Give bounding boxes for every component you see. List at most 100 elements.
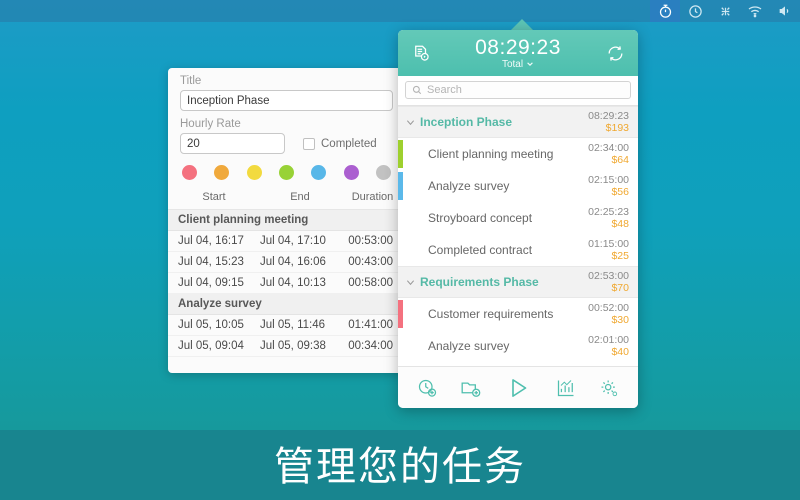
table-row[interactable]: Jul 04, 09:15 Jul 04, 10:13 00:58:00 [168, 273, 405, 294]
entry-duration: 00:34:00 [348, 340, 393, 352]
task-list[interactable]: Inception Phase 08:29:23 $193 Client planni… [398, 106, 638, 366]
task-row[interactable]: Completed contract 01:15:00 $25 [398, 234, 638, 266]
color-swatch-orange[interactable] [214, 165, 230, 180]
task-left: Inception Phase [398, 115, 512, 129]
task-right: 02:01:00 $40 [588, 334, 629, 358]
entry-start: Jul 05, 10:05 [178, 319, 244, 331]
task-row[interactable]: Stroyboard concept 02:25:23 $48 [398, 202, 638, 234]
menubar-stopwatch[interactable] [650, 0, 680, 22]
menubar [0, 0, 800, 22]
task-cost: $30 [611, 314, 629, 326]
total-label-row[interactable]: Total [475, 59, 561, 70]
task-group-row[interactable]: Requirements Phase 02:53:00 $70 [398, 266, 638, 298]
task-cost: $25 [611, 250, 629, 262]
task-row[interactable]: Analyze survey 02:15:00 $56 [398, 170, 638, 202]
reports-button[interactable] [556, 378, 576, 398]
completed-label: Completed [321, 137, 377, 150]
entry-duration: 00:43:00 [348, 256, 393, 268]
task-right: 02:34:00 $64 [588, 142, 629, 166]
color-swatch-red[interactable] [182, 165, 197, 180]
completed-checkbox[interactable] [303, 137, 315, 150]
menubar-volume[interactable] [770, 0, 800, 22]
column-duration: Duration [351, 191, 394, 203]
task-left: Completed contract [398, 243, 532, 257]
settings-button[interactable] [599, 378, 619, 398]
menubar-bluetooth[interactable] [710, 0, 740, 22]
entries-table-body: Client planning meeting Jul 04, 16:17 Jul … [168, 210, 405, 357]
hourly-rate-input[interactable]: 20 [180, 133, 285, 154]
menubar-clock[interactable] [680, 0, 710, 22]
color-swatch-row [168, 154, 405, 189]
task-left: Customer requirements [398, 307, 553, 321]
entries-group-header: Analyze survey [168, 294, 405, 315]
menubar-items [650, 0, 800, 22]
search-input[interactable]: Search [405, 81, 631, 99]
add-timer-button[interactable] [417, 378, 437, 398]
task-right: 02:25:23 $48 [588, 206, 629, 230]
add-folder-button[interactable] [460, 377, 481, 398]
task-right: 00:52:00 $30 [588, 302, 629, 326]
completed-checkbox-wrap[interactable]: Completed [303, 137, 377, 150]
menubar-wifi[interactable] [740, 0, 770, 22]
refresh-icon[interactable] [602, 40, 628, 66]
entry-duration: 00:58:00 [348, 277, 393, 289]
task-duration: 02:34:00 [588, 142, 629, 154]
task-left: Analyze survey [398, 339, 509, 353]
task-left: Stroyboard concept [398, 211, 532, 225]
task-title: Customer requirements [428, 307, 554, 321]
task-cost: $64 [611, 154, 629, 166]
task-color-tag [398, 300, 403, 328]
task-title: Completed contract [428, 243, 533, 257]
task-detail-panel: Title Inception Phase Hourly Rate 20 Com… [168, 68, 405, 373]
task-right: 02:15:00 $56 [588, 174, 629, 198]
task-left: Analyze survey [398, 179, 509, 193]
task-duration: 02:25:23 [588, 206, 629, 218]
report-play-icon[interactable] [408, 40, 434, 66]
color-swatch-yellow[interactable] [246, 165, 262, 180]
total-time-display: 08:29:23 [475, 35, 561, 59]
task-row[interactable]: Analyze survey 02:01:00 $40 [398, 330, 638, 362]
title-input[interactable]: Inception Phase [180, 90, 393, 111]
search-placeholder: Search [427, 84, 462, 96]
title-field-label: Title [180, 75, 202, 87]
total-label: Total [501, 58, 524, 70]
task-color-tag [398, 140, 403, 168]
task-row[interactable]: Client planning meeting 02:34:00 $64 [398, 138, 638, 170]
color-swatch-green[interactable] [278, 165, 294, 180]
entry-start: Jul 04, 09:15 [178, 277, 244, 289]
table-row[interactable]: Jul 05, 09:04 Jul 05, 09:38 00:34:00 [168, 336, 405, 357]
task-right: 08:29:23 $193 [588, 110, 629, 134]
color-swatch-gray[interactable] [375, 165, 391, 180]
entry-start: Jul 04, 16:17 [178, 235, 244, 247]
entries-group-header: Client planning meeting [168, 210, 405, 231]
entry-end: Jul 05, 09:38 [260, 340, 326, 352]
entry-end: Jul 04, 16:06 [260, 256, 326, 268]
task-duration: 02:01:00 [588, 334, 629, 346]
disclosure-triangle-icon[interactable] [406, 278, 415, 287]
task-title: Stroyboard concept [428, 211, 533, 225]
task-title: Analyze survey [428, 179, 510, 193]
entry-end: Jul 04, 10:13 [260, 277, 326, 289]
app-toolbar [398, 366, 638, 408]
task-cost: $56 [611, 186, 629, 198]
task-cost: $70 [611, 282, 629, 294]
entry-end: Jul 05, 11:46 [260, 319, 326, 331]
color-swatch-purple[interactable] [343, 165, 359, 180]
table-row[interactable]: Jul 04, 15:23 Jul 04, 16:06 00:43:00 [168, 252, 405, 273]
task-cost: $48 [611, 218, 629, 230]
task-title: Analyze survey [428, 339, 510, 353]
table-row[interactable]: Jul 04, 16:17 Jul 04, 17:10 00:53:00 [168, 231, 405, 252]
chevron-down-icon [527, 62, 533, 66]
task-duration: 02:15:00 [588, 174, 629, 186]
play-button[interactable] [503, 373, 533, 403]
task-group-row[interactable]: Inception Phase 08:29:23 $193 [398, 106, 638, 138]
color-swatch-blue[interactable] [311, 165, 327, 180]
table-row[interactable]: Jul 05, 10:05 Jul 05, 11:46 01:41:00 [168, 315, 405, 336]
task-cost: $40 [611, 346, 629, 358]
app-header: 08:29:23 Total [398, 30, 638, 76]
task-right: 01:15:00 $25 [588, 238, 629, 262]
task-row[interactable]: Customer requirements 00:52:00 $30 [398, 298, 638, 330]
disclosure-triangle-icon[interactable] [406, 118, 415, 127]
task-title: Client planning meeting [428, 147, 554, 161]
column-start: Start [202, 191, 226, 203]
